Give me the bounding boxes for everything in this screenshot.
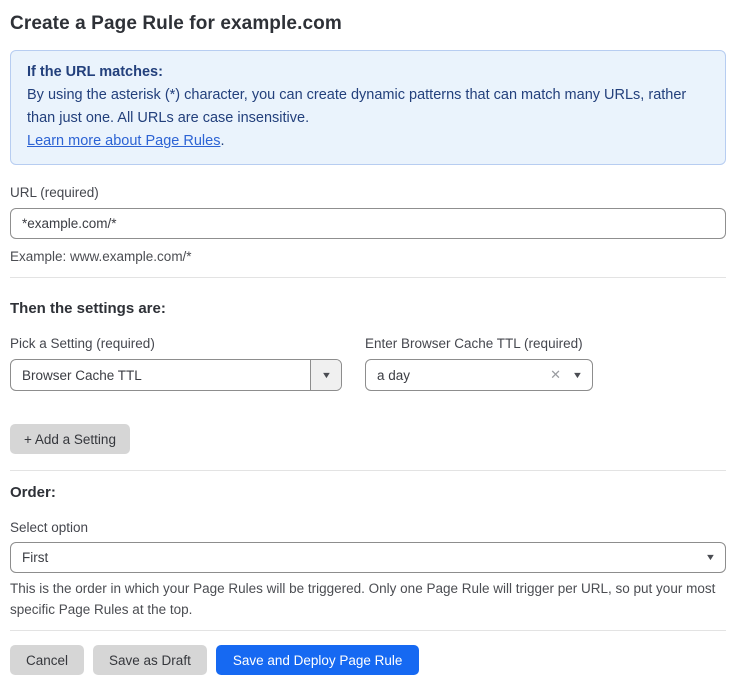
url-input[interactable] (10, 208, 726, 239)
order-section-heading: Order: (10, 485, 726, 500)
learn-more-link[interactable]: Learn more about Page Rules (27, 133, 220, 149)
divider (10, 630, 726, 631)
settings-row: Pick a Setting (required) Browser Cache … (10, 336, 726, 391)
order-select-label: Select option (10, 520, 726, 535)
order-select[interactable]: First ▼ (10, 542, 726, 573)
url-field-label: URL (required) (10, 185, 726, 200)
clear-icon[interactable]: ✕ (546, 367, 565, 383)
info-box-heading: If the URL matches: (27, 61, 709, 84)
pick-setting-label: Pick a Setting (required) (10, 336, 342, 351)
order-select-value: First (11, 550, 48, 565)
pick-setting-dropdown-button[interactable]: ▼ (310, 360, 341, 390)
save-as-draft-button[interactable]: Save as Draft (93, 645, 207, 675)
ttl-value: a day (366, 368, 410, 383)
ttl-column: Enter Browser Cache TTL (required) a day… (365, 336, 593, 391)
page-title: Create a Page Rule for example.com (10, 10, 726, 35)
chevron-down-icon: ▼ (572, 371, 583, 380)
ttl-select[interactable]: a day ✕ ▼ (365, 359, 593, 391)
chevron-down-icon: ▼ (705, 553, 716, 562)
pick-setting-select[interactable]: Browser Cache TTL ▼ (10, 359, 342, 391)
info-box-body: By using the asterisk (*) character, you… (27, 84, 709, 130)
footer-buttons: Cancel Save as Draft Save and Deploy Pag… (10, 645, 726, 675)
pick-setting-value: Browser Cache TTL (11, 368, 142, 383)
add-setting-button[interactable]: + Add a Setting (10, 424, 130, 454)
cancel-button[interactable]: Cancel (10, 645, 84, 675)
divider (10, 277, 726, 278)
save-deploy-button[interactable]: Save and Deploy Page Rule (216, 645, 420, 675)
settings-section-heading: Then the settings are: (10, 301, 726, 316)
link-suffix: . (220, 133, 224, 149)
ttl-label: Enter Browser Cache TTL (required) (365, 336, 593, 351)
chevron-down-icon: ▼ (320, 371, 331, 380)
info-box-link-line: Learn more about Page Rules. (27, 130, 709, 153)
url-match-info-box: If the URL matches: By using the asteris… (10, 50, 726, 165)
divider (10, 470, 726, 471)
pick-setting-column: Pick a Setting (required) Browser Cache … (10, 336, 342, 391)
order-helper-text: This is the order in which your Page Rul… (10, 578, 726, 620)
url-example-helper: Example: www.example.com/* (10, 246, 726, 267)
